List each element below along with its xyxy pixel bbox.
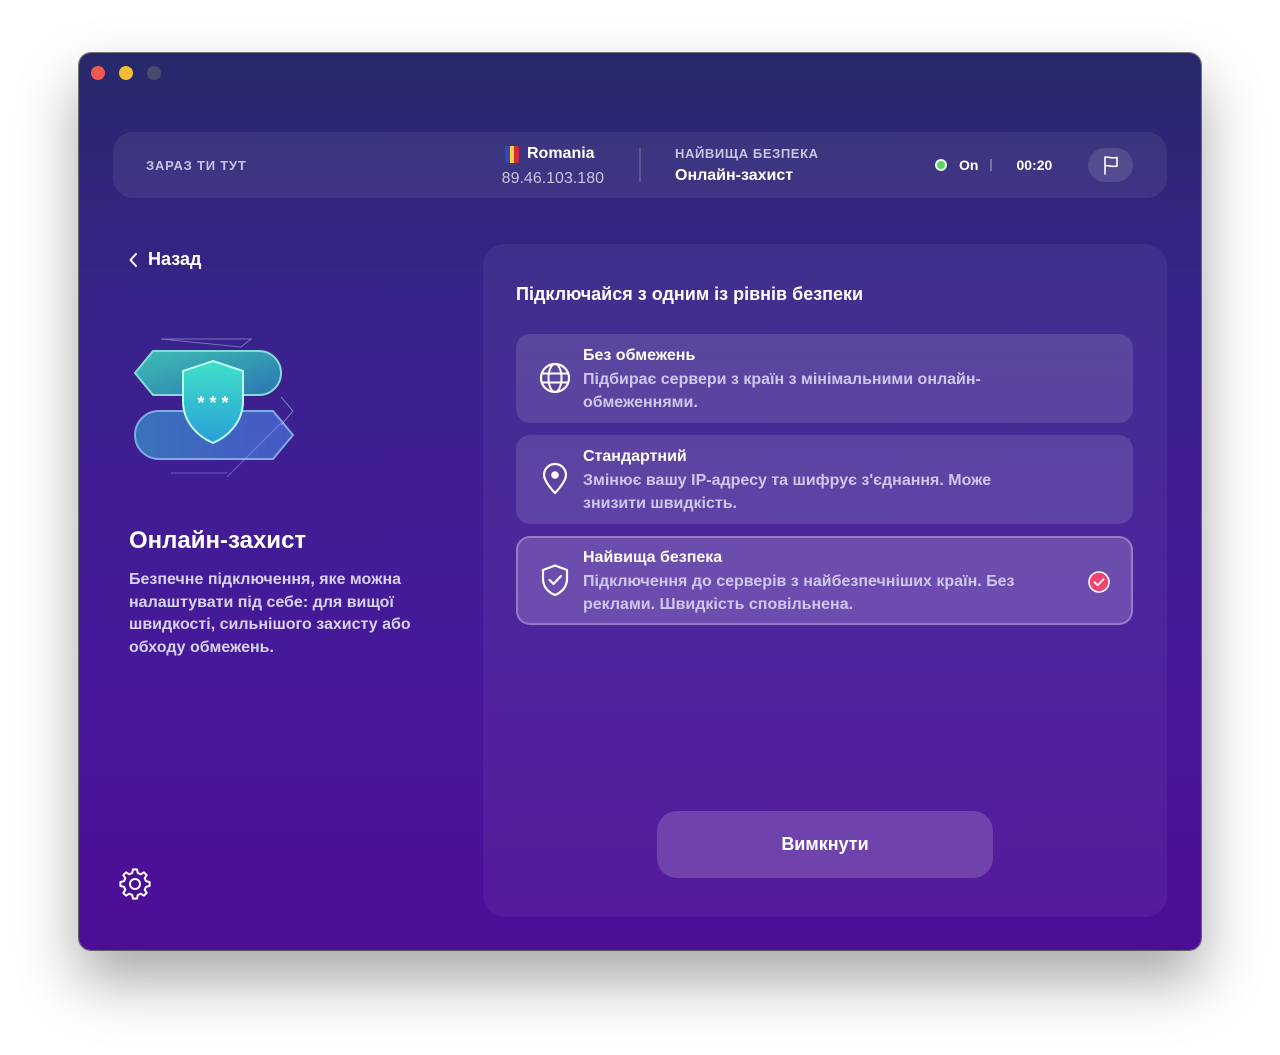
connection-status-bar: ЗАРАЗ ТИ ТУТ Romania 89.46.103.180 НАЙВИ…	[113, 132, 1167, 198]
shield-check-icon	[541, 564, 569, 597]
security-option-unrestricted[interactable]: Без обмежень Підбирає сервери з країн з …	[516, 334, 1133, 423]
feature-title: Онлайн-захист	[129, 527, 307, 554]
option-description: Підбирає сервери з країн з мінімальними …	[583, 371, 981, 411]
disconnect-button-label: Вимкнути	[781, 834, 869, 854]
online-protection-illustration: * * *	[133, 338, 295, 478]
status-text: On	[959, 157, 979, 173]
security-level-value: Онлайн-захист	[675, 167, 794, 184]
report-flag-button[interactable]	[1088, 148, 1133, 182]
back-label: Назад	[148, 249, 202, 269]
status-dot-icon	[935, 159, 947, 171]
divider	[990, 159, 993, 171]
disconnect-button[interactable]: Вимкнути	[657, 811, 993, 878]
security-option-standard[interactable]: Стандартний Змінює вашу IP-адресу та шиф…	[516, 435, 1133, 524]
chevron-left-icon	[129, 252, 137, 267]
ip-address: 89.46.103.180	[501, 170, 604, 187]
globe-icon	[539, 362, 571, 394]
option-description: Підключення до серверів з найбезпечніших…	[583, 573, 1015, 613]
option-title: Стандартний	[583, 448, 687, 465]
selected-check-icon	[1088, 571, 1110, 593]
option-description: Змінює вашу IP-адресу та шифрує з'єднанн…	[583, 472, 992, 512]
zoom-window-button[interactable]	[147, 66, 161, 80]
svg-text:* * *: * * *	[197, 393, 228, 413]
connection-timer: 00:20	[1016, 157, 1053, 173]
close-window-button[interactable]	[91, 66, 105, 80]
feature-description: Безпечне підключення, яке можна налаштув…	[129, 571, 411, 656]
gear-icon[interactable]	[119, 868, 151, 900]
option-title: Найвища безпека	[583, 549, 723, 566]
security-option-highest[interactable]: Найвища безпека Підключення до серверів …	[516, 536, 1133, 625]
app-window: ЗАРАЗ ТИ ТУТ Romania 89.46.103.180 НАЙВИ…	[79, 53, 1201, 950]
current-country: Romania	[505, 142, 605, 166]
romania-flag-icon	[505, 145, 519, 163]
flag-icon	[1103, 156, 1118, 175]
security-level-label: НАЙВИЩА БЕЗПЕКА	[675, 146, 819, 161]
location-label: ЗАРАЗ ТИ ТУТ	[146, 158, 247, 173]
security-levels-panel: Підключайся з одним із рівнів безпеки Бе…	[483, 244, 1167, 917]
country-name: Romania	[527, 145, 595, 162]
panel-title: Підключайся з одним із рівнів безпеки	[516, 284, 864, 304]
minimize-window-button[interactable]	[119, 66, 133, 80]
back-button[interactable]: Назад	[129, 249, 201, 270]
divider	[639, 148, 641, 182]
option-title: Без обмежень	[583, 347, 696, 364]
connection-status: On 00:20	[935, 156, 1052, 174]
location-pin-icon	[542, 462, 568, 495]
